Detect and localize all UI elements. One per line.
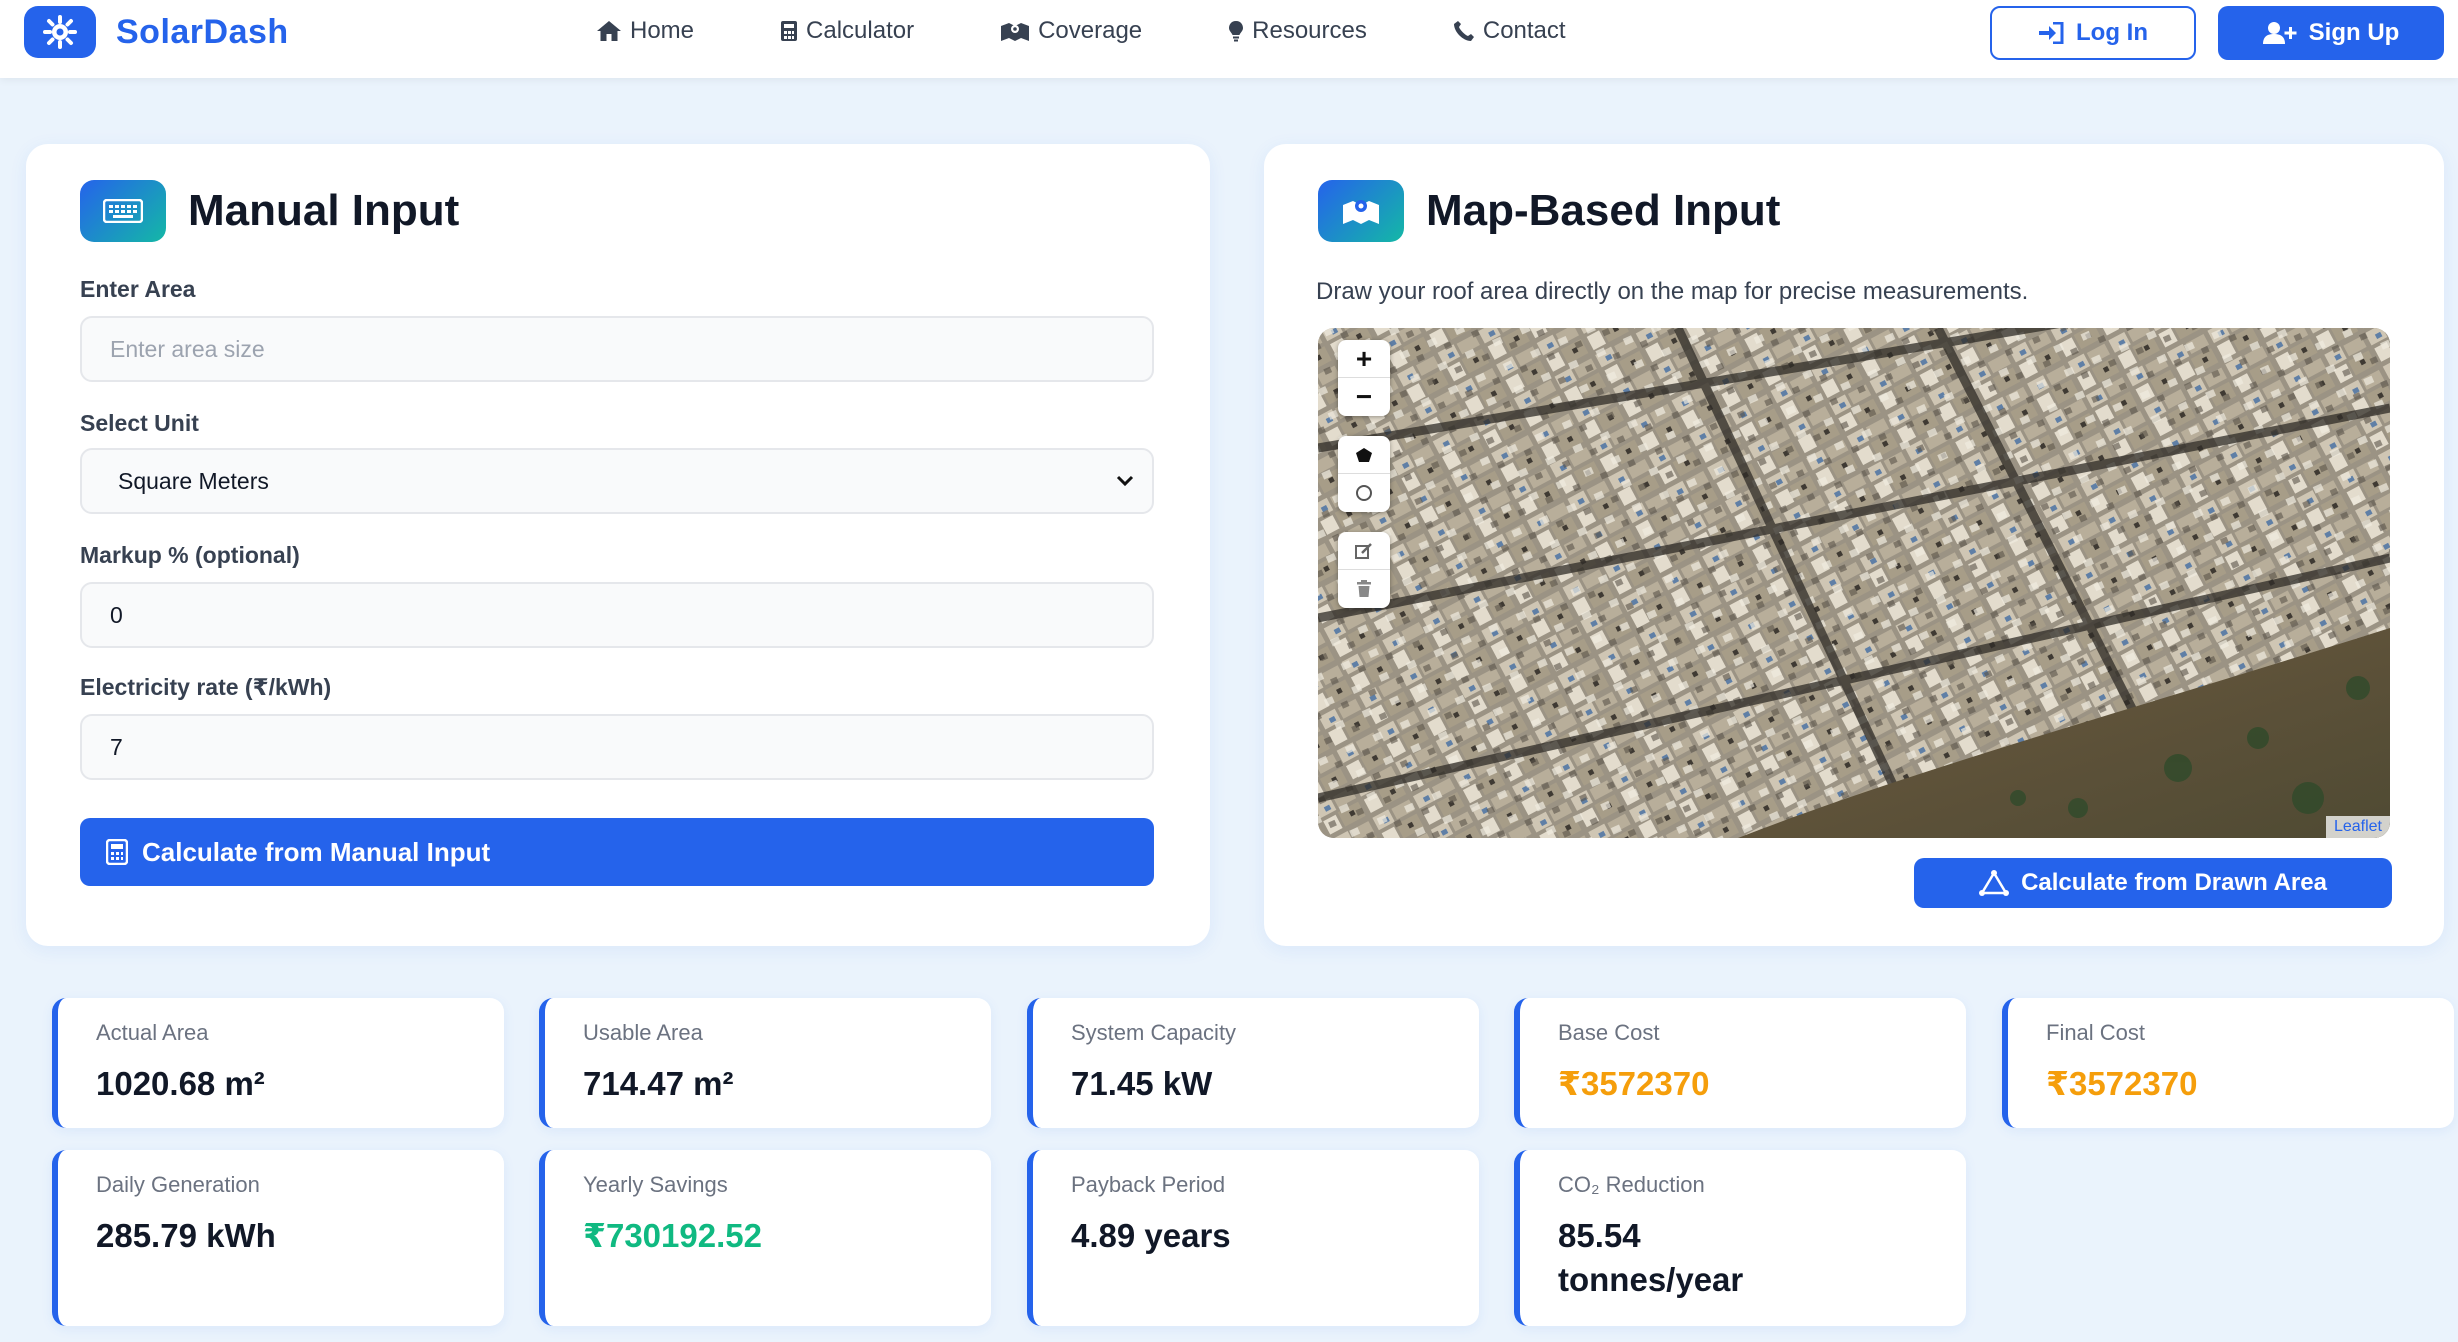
- stat-payback-period: Payback Period 4.89 years: [1027, 1150, 1479, 1326]
- calculate-manual-label: Calculate from Manual Input: [142, 836, 491, 867]
- stat-value: 71.45 kW: [1071, 1065, 1213, 1102]
- markup-input[interactable]: [80, 582, 1154, 648]
- nav-link-contact[interactable]: Contact: [1453, 17, 1566, 45]
- unit-select[interactable]: Square Meters: [80, 448, 1154, 514]
- stat-base-cost: Base Cost ₹3572370: [1514, 998, 1966, 1128]
- nav-links: Home Calculator Coverage Resources Conta…: [596, 0, 1652, 62]
- calculate-manual-button[interactable]: Calculate from Manual Input: [80, 818, 1154, 886]
- calculator-icon: [106, 839, 128, 865]
- keyboard-icon: [80, 180, 166, 242]
- trash-icon: [1357, 580, 1371, 597]
- stat-value: ₹3572370: [1558, 1065, 1710, 1102]
- top-navbar: SolarDash Home Calculator Coverage Resou…: [0, 0, 2458, 78]
- rate-input[interactable]: [80, 714, 1154, 780]
- stat-label: Payback Period: [1071, 1172, 1226, 1197]
- zoom-in-button[interactable]: +: [1338, 340, 1390, 378]
- calculator-icon: [781, 21, 798, 41]
- stat-label: Yearly Savings: [583, 1172, 728, 1197]
- stat-label: Daily Generation: [96, 1172, 260, 1197]
- stat-label: CO₂ Reduction: [1558, 1172, 1705, 1197]
- manual-input-title: Manual Input: [188, 186, 460, 235]
- phone-icon: [1453, 21, 1474, 41]
- chevron-down-icon: [1116, 475, 1134, 487]
- sun-gear-icon: [24, 6, 96, 58]
- signup-button[interactable]: Sign Up: [2218, 6, 2444, 60]
- nav-link-calculator[interactable]: Calculator: [780, 17, 914, 45]
- markup-label: Markup % (optional): [80, 542, 300, 568]
- nav-link-label: Contact: [1482, 17, 1566, 44]
- area-input[interactable]: [80, 316, 1154, 382]
- stat-label: Actual Area: [96, 1020, 209, 1045]
- nav-link-resources[interactable]: Resources: [1228, 17, 1367, 45]
- rate-label: Electricity rate (₹/kWh): [80, 674, 332, 700]
- stat-usable-area: Usable Area 714.47 m²: [539, 998, 991, 1128]
- nav-link-label: Home: [630, 17, 695, 44]
- stat-label: Base Cost: [1558, 1020, 1660, 1045]
- stat-actual-area: Actual Area 1020.68 m²: [52, 998, 504, 1128]
- nav-link-label: Resources: [1252, 17, 1367, 44]
- edit-icon: [1355, 542, 1372, 559]
- nav-link-label: Coverage: [1038, 17, 1143, 44]
- manual-input-card: Manual Input Enter Area Select Unit Squa…: [26, 144, 1210, 946]
- zoom-out-button[interactable]: −: [1338, 378, 1390, 416]
- stat-value: 285.79 kWh: [96, 1217, 276, 1254]
- polygon-icon: [1356, 447, 1372, 462]
- nav-link-label: Calculator: [806, 17, 915, 44]
- stat-yearly-savings: Yearly Savings ₹730192.52: [539, 1150, 991, 1326]
- home-icon: [597, 21, 621, 41]
- stat-co2-reduction: CO₂ Reduction 85.54 tonnes/year: [1514, 1150, 1966, 1326]
- draw-shape-controls: [1338, 436, 1390, 512]
- user-plus-icon: [2262, 22, 2297, 44]
- map-marked-icon: [1318, 180, 1404, 242]
- map-description: Draw your roof area directly on the map …: [1316, 278, 2029, 305]
- draw-polygon-icon: [1979, 870, 2010, 896]
- stat-final-cost: Final Cost ₹3572370: [2002, 998, 2454, 1128]
- unit-label: Select Unit: [80, 410, 199, 436]
- stat-system-capacity: System Capacity 71.45 kW: [1027, 998, 1479, 1128]
- stat-label: Usable Area: [583, 1020, 703, 1045]
- edit-controls: [1338, 532, 1390, 608]
- stat-value: 85.54 tonnes/year: [1558, 1217, 1744, 1298]
- manual-input-header: Manual Input: [80, 180, 459, 242]
- circle-icon: [1356, 485, 1372, 501]
- nav-link-coverage[interactable]: Coverage: [1000, 17, 1142, 45]
- leaflet-attribution[interactable]: Leaflet: [2325, 816, 2390, 838]
- login-label: Log In: [2076, 19, 2148, 46]
- signup-label: Sign Up: [2308, 19, 2400, 46]
- calculate-drawn-label: Calculate from Drawn Area: [2021, 869, 2327, 896]
- login-button[interactable]: Log In: [1990, 6, 2196, 60]
- unit-select-value: Square Meters: [118, 467, 269, 494]
- edit-layers-button[interactable]: [1338, 532, 1390, 570]
- map-icon: [1001, 23, 1030, 41]
- stat-value: ₹730192.52: [583, 1217, 762, 1254]
- stat-value: 4.89 years: [1071, 1217, 1231, 1254]
- stat-value: ₹3572370: [2046, 1065, 2198, 1102]
- map-input-header: Map-Based Input: [1318, 180, 1780, 242]
- map-input-title: Map-Based Input: [1426, 186, 1781, 235]
- login-icon: [2039, 22, 2064, 44]
- satellite-imagery: [1318, 328, 2390, 838]
- stat-label: Final Cost: [2046, 1020, 2146, 1045]
- draw-polygon-button[interactable]: [1338, 436, 1390, 474]
- area-label: Enter Area: [80, 276, 196, 302]
- delete-layers-button[interactable]: [1338, 570, 1390, 608]
- lightbulb-icon: [1229, 21, 1244, 42]
- draw-circle-button[interactable]: [1338, 474, 1390, 512]
- calculate-drawn-button[interactable]: Calculate from Drawn Area: [1914, 858, 2392, 908]
- stat-value: 714.47 m²: [583, 1065, 734, 1102]
- brand-name: SolarDash: [116, 12, 289, 51]
- nav-link-home[interactable]: Home: [596, 17, 694, 45]
- map-input-card: Map-Based Input Draw your roof area dire…: [1264, 144, 2444, 946]
- zoom-controls: + −: [1338, 340, 1390, 416]
- stat-label: System Capacity: [1071, 1020, 1237, 1045]
- leaflet-attribution-label: Leaflet: [2333, 818, 2382, 835]
- stat-value: 1020.68 m²: [96, 1065, 265, 1102]
- stat-daily-generation: Daily Generation 285.79 kWh: [52, 1150, 504, 1326]
- brand[interactable]: SolarDash: [24, 6, 289, 58]
- satellite-map[interactable]: + − Leaflet: [1318, 328, 2390, 838]
